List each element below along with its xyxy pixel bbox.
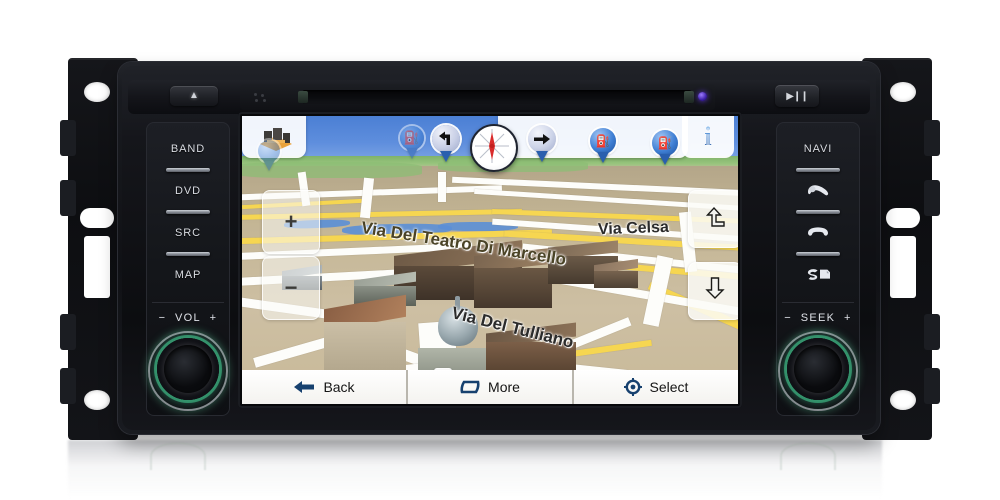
zoom-out-button[interactable]: − bbox=[262, 256, 320, 320]
volume-text-label: VOL bbox=[175, 312, 201, 324]
band-button[interactable]: BAND bbox=[146, 128, 230, 172]
screw-hole bbox=[84, 390, 110, 410]
phone-answer-icon bbox=[806, 183, 830, 200]
info-icon: i bbox=[704, 122, 712, 151]
bracket-tab bbox=[60, 120, 76, 156]
bracket-tab bbox=[60, 180, 76, 216]
bracket-tab bbox=[60, 368, 76, 404]
select-label: Select bbox=[649, 379, 689, 395]
bracket-slot-oval bbox=[80, 208, 114, 228]
bracket-tab bbox=[924, 120, 940, 156]
street-label-via-celsa: Via Celsa bbox=[597, 218, 670, 239]
crosshair-icon bbox=[623, 378, 642, 396]
select-button[interactable]: Select bbox=[574, 370, 738, 404]
screw-hole bbox=[84, 82, 110, 102]
arrow-up-turn-icon bbox=[703, 204, 727, 234]
power-led-icon bbox=[698, 92, 707, 101]
fuel-glyph: ⛽ bbox=[595, 134, 611, 148]
building-3d bbox=[594, 258, 638, 288]
disc-slot[interactable] bbox=[302, 90, 692, 104]
eject-icon: ▲ bbox=[189, 90, 199, 101]
src-button[interactable]: SRC bbox=[146, 212, 230, 256]
sd-card-button[interactable] bbox=[776, 254, 860, 296]
left-key-column: BAND DVD SRC MAP − VOL + bbox=[146, 122, 230, 416]
seek-knob-label: − SEEK + bbox=[776, 312, 860, 324]
divider bbox=[152, 302, 224, 303]
navi-button[interactable]: NAVI bbox=[776, 128, 860, 172]
sd-card-icon bbox=[805, 267, 831, 284]
map-canvas[interactable]: Via Del Teatro Di Marcello Via Celsa Via… bbox=[242, 116, 738, 404]
eject-button[interactable]: ▲ bbox=[170, 86, 218, 106]
turn-right-glyph bbox=[528, 125, 556, 153]
map-road-minor bbox=[438, 172, 446, 202]
screenshot-root: ▲ ▶❙❙ BAND DVD SRC MAP − VOL + NAVI − SE… bbox=[0, 0, 1000, 500]
arrow-down-icon bbox=[703, 276, 727, 306]
reflection-right-knob bbox=[780, 442, 836, 470]
volume-knob[interactable] bbox=[157, 338, 219, 400]
more-label: More bbox=[488, 379, 520, 395]
microphone-holes bbox=[254, 93, 272, 102]
more-button[interactable]: More bbox=[408, 370, 574, 404]
bottom-button-bar[interactable]: Back More Select bbox=[242, 370, 738, 404]
slot-end-left bbox=[298, 91, 308, 103]
touchscreen-display[interactable]: Via Del Teatro Di Marcello Via Celsa Via… bbox=[242, 116, 738, 404]
seek-plus-label[interactable]: + bbox=[844, 312, 852, 324]
seek-minus-label[interactable]: − bbox=[784, 312, 792, 324]
phone-answer-button[interactable] bbox=[776, 170, 860, 214]
turn-left-glyph bbox=[432, 125, 460, 153]
navi-label: NAVI bbox=[803, 143, 833, 155]
tilt-down-button[interactable] bbox=[688, 262, 738, 320]
info-button[interactable]: i bbox=[682, 116, 734, 158]
bracket-tab bbox=[60, 314, 76, 350]
fuel-pin-icon[interactable]: ⛽ bbox=[652, 130, 678, 156]
fuel-pin-icon[interactable]: ⛽ bbox=[590, 128, 616, 154]
back-button[interactable]: Back bbox=[242, 370, 408, 404]
map-label: MAP bbox=[174, 269, 202, 281]
bracket-tab bbox=[924, 180, 940, 216]
poi-pin-faded[interactable]: ⛽ bbox=[400, 126, 424, 150]
more-icon bbox=[460, 380, 480, 394]
phone-hangup-button[interactable] bbox=[776, 212, 860, 256]
poi-pin-glyph: ⛽ bbox=[403, 130, 421, 145]
zoom-in-button[interactable]: + bbox=[262, 190, 320, 254]
dvd-label: DVD bbox=[175, 185, 201, 197]
back-arrow-icon bbox=[293, 380, 315, 394]
disc-slot-assembly bbox=[240, 84, 715, 110]
play-pause-icon: ▶❙❙ bbox=[786, 90, 808, 102]
turn-left-icon[interactable] bbox=[432, 125, 460, 153]
building-3d bbox=[324, 294, 406, 374]
play-pause-button[interactable]: ▶❙❙ bbox=[775, 85, 819, 107]
tilt-up-button[interactable] bbox=[688, 190, 738, 248]
turn-right-icon[interactable] bbox=[528, 125, 556, 153]
src-label: SRC bbox=[175, 227, 201, 239]
reflection-left-knob bbox=[150, 442, 206, 470]
map-button[interactable]: MAP bbox=[146, 254, 230, 296]
plus-icon: + bbox=[284, 209, 298, 234]
back-label: Back bbox=[323, 379, 355, 395]
seek-knob[interactable] bbox=[787, 338, 849, 400]
phone-hangup-icon bbox=[806, 225, 830, 242]
bracket-slot-oval bbox=[886, 208, 920, 228]
volume-knob-label: − VOL + bbox=[146, 312, 230, 324]
bracket-slot-rect bbox=[84, 236, 110, 298]
bracket-tab bbox=[924, 314, 940, 350]
dvd-button[interactable]: DVD bbox=[146, 170, 230, 214]
fuel-glyph: ⛽ bbox=[657, 136, 673, 150]
bracket-tab bbox=[924, 368, 940, 404]
bracket-slot-rect bbox=[890, 236, 916, 298]
right-key-column: NAVI − SEEK + bbox=[776, 122, 860, 416]
compass-icon[interactable] bbox=[470, 124, 518, 172]
screw-hole bbox=[890, 390, 916, 410]
volume-plus-label[interactable]: + bbox=[210, 312, 218, 324]
band-label: BAND bbox=[170, 143, 206, 155]
divider bbox=[782, 302, 854, 303]
volume-minus-label[interactable]: − bbox=[159, 312, 167, 324]
map-top-toolbar[interactable]: ⛽ ⛽ ⛽ i bbox=[242, 116, 738, 172]
map-pin-icon bbox=[258, 140, 280, 162]
minus-icon: − bbox=[284, 275, 298, 300]
screw-hole bbox=[890, 82, 916, 102]
seek-text-label: SEEK bbox=[800, 312, 836, 324]
slot-end-right bbox=[684, 91, 694, 103]
